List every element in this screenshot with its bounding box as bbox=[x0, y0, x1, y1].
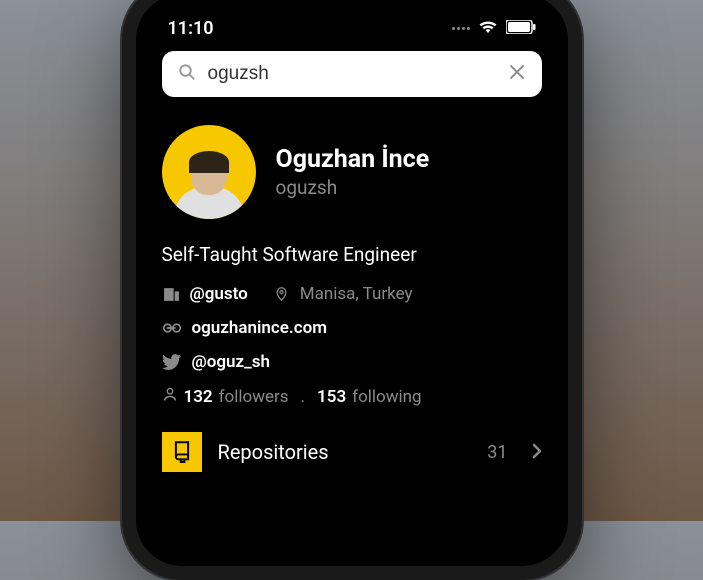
profile-twitter[interactable]: @oguz_sh bbox=[192, 352, 270, 372]
chevron-right-icon bbox=[532, 440, 542, 464]
company-location-row: @gusto Manisa, Turkey bbox=[162, 284, 542, 304]
followers-count: 132 bbox=[184, 387, 213, 407]
search-bar[interactable] bbox=[162, 51, 542, 97]
following-count: 153 bbox=[317, 387, 346, 407]
twitter-icon bbox=[162, 354, 182, 370]
website-row[interactable]: oguzhanince.com bbox=[162, 318, 542, 338]
repositories-count: 31 bbox=[487, 442, 507, 463]
repositories-label: Repositories bbox=[218, 440, 472, 464]
search-input[interactable] bbox=[208, 63, 496, 85]
wifi-icon bbox=[478, 18, 498, 39]
repository-icon bbox=[162, 432, 202, 472]
location-icon bbox=[272, 285, 292, 303]
profile-location: Manisa, Turkey bbox=[300, 284, 413, 304]
profile-website[interactable]: oguzhanince.com bbox=[192, 318, 328, 338]
follow-stats[interactable]: 132 followers . 153 following bbox=[162, 386, 542, 408]
person-icon bbox=[162, 386, 178, 408]
profile-header: Oguzhan İnce oguzsh bbox=[162, 125, 542, 219]
cellular-icon bbox=[452, 27, 470, 30]
avatar[interactable] bbox=[162, 125, 256, 219]
clear-icon[interactable] bbox=[508, 63, 526, 85]
battery-icon bbox=[506, 18, 536, 39]
status-bar: 11:10 bbox=[136, 8, 568, 51]
following-label: following bbox=[352, 387, 421, 407]
twitter-row[interactable]: @oguz_sh bbox=[162, 352, 542, 372]
profile-username: oguzsh bbox=[276, 176, 430, 199]
status-indicators bbox=[452, 18, 536, 39]
phone-frame: 11:10 bbox=[122, 0, 582, 580]
search-icon bbox=[178, 63, 196, 85]
status-time: 11:10 bbox=[168, 18, 214, 39]
profile-display-name: Oguzhan İnce bbox=[276, 145, 430, 174]
repositories-row[interactable]: Repositories 31 bbox=[162, 432, 542, 472]
link-icon bbox=[162, 322, 182, 334]
profile-company[interactable]: @gusto bbox=[190, 284, 248, 304]
organization-icon bbox=[162, 286, 182, 303]
followers-label: followers bbox=[219, 387, 289, 407]
profile-bio: Self-Taught Software Engineer bbox=[162, 243, 542, 266]
